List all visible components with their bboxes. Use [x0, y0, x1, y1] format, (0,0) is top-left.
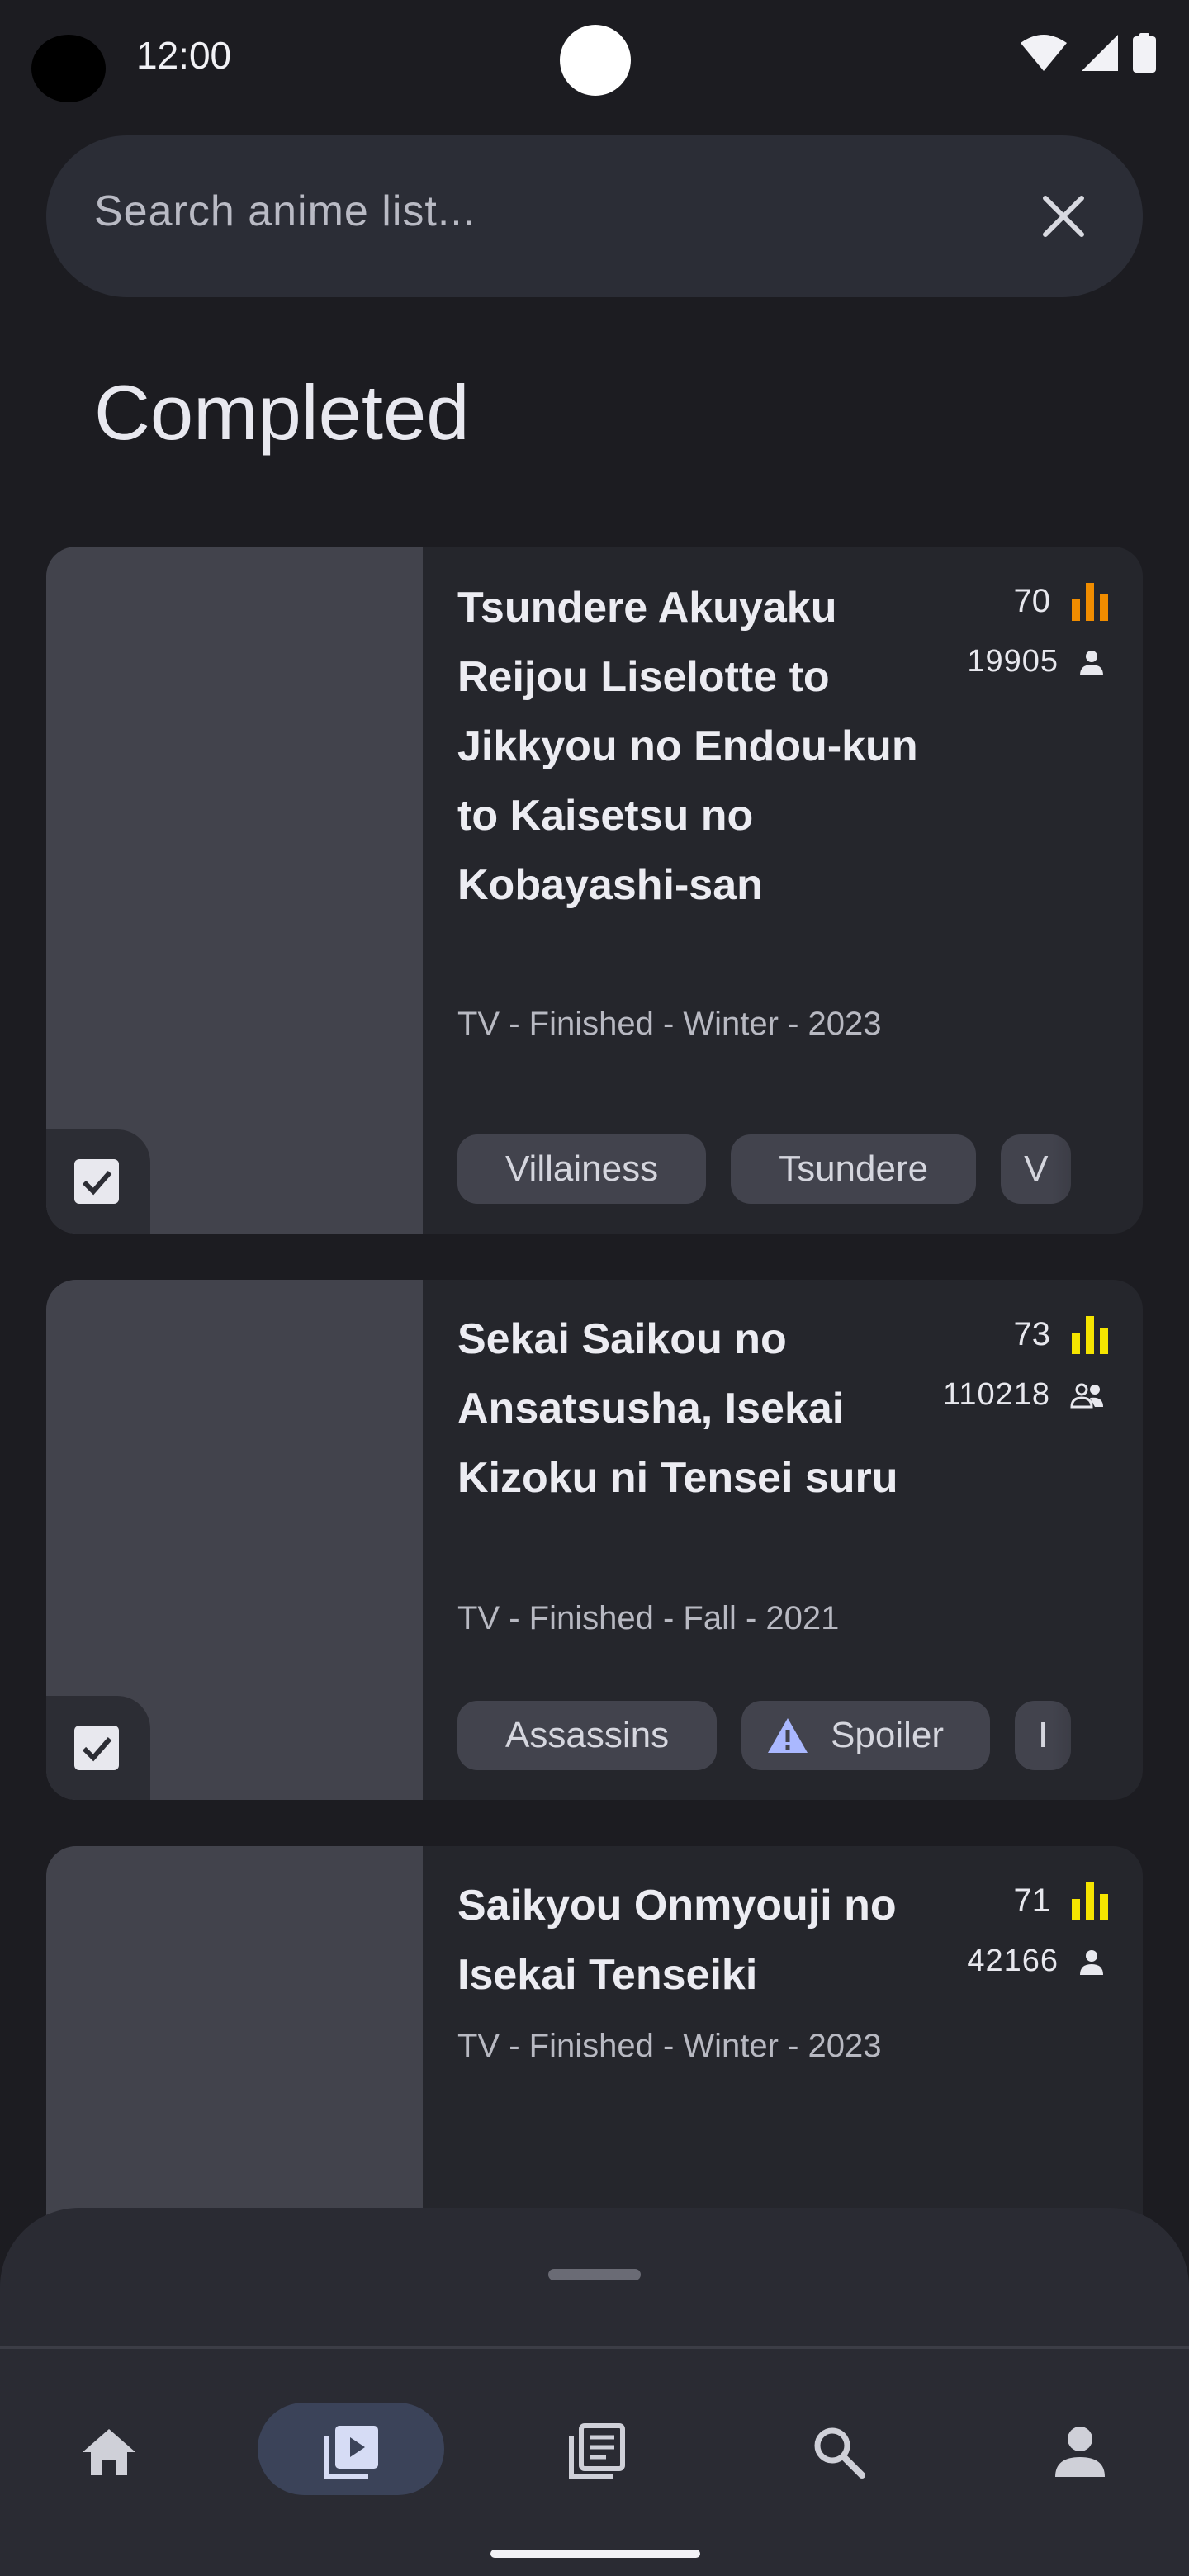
anime-title: Sekai Saikou no Ansatsusha, Isekai Kizok… [457, 1315, 898, 1502]
bottom-sheet[interactable] [0, 2208, 1189, 2576]
tag-chip[interactable]: Assassins [457, 1701, 718, 1770]
bottom-navigation [0, 2403, 1189, 2502]
person-icon [1080, 650, 1103, 675]
tag-chip[interactable]: Tsundere [731, 1134, 977, 1204]
score: 71 [1014, 1881, 1111, 1920]
score: 70 [1014, 581, 1111, 621]
members: 42166 [967, 1944, 1105, 1979]
gesture-bar [490, 2550, 700, 2558]
nav-search[interactable] [789, 2403, 888, 2502]
completed-badge [46, 1696, 150, 1800]
tag-list[interactable]: Assassins Spoiler I [457, 1701, 1143, 1770]
tag-label: Spoiler [831, 1715, 945, 1755]
section-title: Completed [94, 369, 470, 456]
signal-icon [1082, 35, 1118, 71]
checkbox-icon [74, 1159, 119, 1204]
score-value: 71 [1013, 1882, 1051, 1919]
members: 110218 [943, 1377, 1105, 1413]
anime-card[interactable]: Tsundere Akuyaku Reijou Liselotte to Jik… [46, 547, 1143, 1234]
search-input[interactable]: Search anime list... [94, 187, 476, 236]
battery-icon [1133, 33, 1156, 73]
home-icon [83, 2429, 135, 2475]
members-count: 19905 [967, 644, 1059, 679]
tag-chip[interactable]: Villainess [457, 1134, 707, 1204]
profile-icon [1055, 2427, 1105, 2477]
close-icon[interactable] [1034, 187, 1093, 246]
anime-meta: TV - Finished - Winter - 2023 [457, 2028, 882, 2064]
status-bar: 12:00 [0, 0, 1189, 116]
anime-meta: TV - Finished - Fall - 2021 [457, 1600, 840, 1636]
camera-cutout [31, 35, 106, 102]
members-count: 110218 [943, 1377, 1050, 1412]
bar-chart-icon [1072, 1316, 1108, 1354]
tag-fade [1052, 1134, 1143, 1204]
anime-title: Tsundere Akuyaku Reijou Liselotte to Jik… [457, 584, 918, 909]
manga-list-icon [569, 2423, 625, 2479]
members: 19905 [967, 644, 1105, 680]
score-value: 73 [1013, 1315, 1051, 1352]
person-icon [1080, 1949, 1103, 1975]
tag-fade [1052, 1701, 1143, 1770]
anime-meta: TV - Finished - Winter - 2023 [457, 1006, 882, 1042]
search-bar[interactable]: Search anime list... [46, 135, 1143, 297]
anime-card[interactable]: Sekai Saikou no Ansatsusha, Isekai Kizok… [46, 1280, 1143, 1800]
completed-badge [46, 1129, 150, 1234]
tag-list[interactable]: Villainess Tsundere V [457, 1134, 1143, 1204]
nav-profile[interactable] [1030, 2403, 1130, 2502]
nav-home[interactable] [59, 2403, 159, 2502]
warning-icon [768, 1718, 808, 1753]
anime-list-icon [324, 2426, 378, 2479]
members-count: 42166 [967, 1944, 1059, 1978]
nav-anime-list[interactable] [302, 2403, 401, 2502]
bar-chart-icon [1072, 1882, 1108, 1920]
bar-chart-icon [1072, 583, 1108, 621]
divider [0, 2346, 1189, 2349]
nav-manga-list[interactable] [547, 2403, 646, 2502]
front-camera [560, 25, 631, 96]
drag-handle[interactable] [548, 2269, 641, 2280]
status-icons [1021, 33, 1156, 73]
search-icon [814, 2427, 865, 2479]
people-icon [1070, 1383, 1103, 1408]
wifi-icon [1021, 35, 1067, 71]
score: 73 [1014, 1314, 1111, 1354]
anime-title: Saikyou Onmyouji no Isekai Tenseiki [457, 1882, 897, 1999]
checkbox-icon [74, 1726, 119, 1770]
score-value: 70 [1013, 582, 1051, 619]
status-time: 12:00 [136, 34, 232, 77]
spoiler-tag-chip[interactable]: Spoiler [741, 1701, 991, 1770]
